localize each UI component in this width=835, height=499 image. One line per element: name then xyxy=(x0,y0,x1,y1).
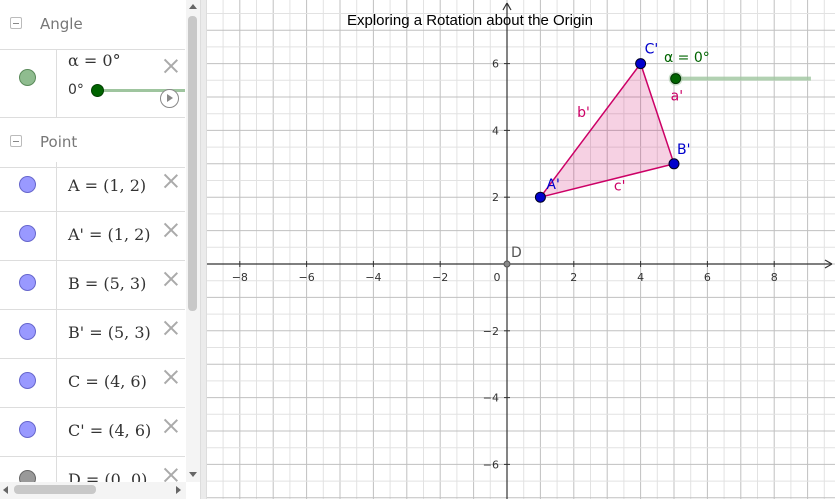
scroll-up-icon[interactable] xyxy=(189,4,197,9)
delete-icon[interactable] xyxy=(162,221,180,239)
alpha-slider-point[interactable] xyxy=(670,73,682,85)
vertex-label: A' xyxy=(546,177,559,193)
delete-icon[interactable] xyxy=(162,319,180,337)
collapse-icon[interactable] xyxy=(10,17,22,29)
point-expression[interactable]: C' = (4, 6) xyxy=(68,421,151,440)
x-tick-label: 8 xyxy=(771,271,778,284)
algebra-item-point[interactable]: B = (5, 3) xyxy=(0,260,185,310)
y-tick-label: 2 xyxy=(492,191,499,204)
alpha-expression[interactable]: α = 0° xyxy=(68,51,121,70)
point-expression[interactable]: B' = (5, 3) xyxy=(68,323,151,342)
visibility-marble-icon[interactable] xyxy=(19,470,36,482)
point-expression[interactable]: C = (4, 6) xyxy=(68,372,147,391)
segment-label: c' xyxy=(614,179,626,195)
x-tick-label: 4 xyxy=(637,271,644,284)
section-title: Point xyxy=(40,133,78,151)
point-B[interactable] xyxy=(668,158,680,170)
visibility-marble-icon[interactable] xyxy=(19,176,36,193)
section-header-point[interactable]: Point xyxy=(0,118,185,168)
delete-icon[interactable] xyxy=(162,368,180,386)
point-A[interactable] xyxy=(534,191,546,203)
horizontal-scrollbar[interactable] xyxy=(0,482,186,499)
vertex-label: D xyxy=(511,245,522,261)
x-tick-label: −6 xyxy=(298,271,314,284)
visibility-marble-icon[interactable] xyxy=(19,372,36,389)
point-expression[interactable]: A' = (1, 2) xyxy=(68,225,151,244)
collapse-icon[interactable] xyxy=(10,135,22,147)
visibility-marble-icon[interactable] xyxy=(19,69,36,86)
section-title: Angle xyxy=(40,15,83,33)
point-expression[interactable]: D = (0, 0) xyxy=(68,470,147,482)
graphics-title: Exploring a Rotation about the Origin xyxy=(347,12,593,29)
slider-min-label: 0° xyxy=(68,82,84,98)
visibility-marble-icon[interactable] xyxy=(19,274,36,291)
x-tick-label: 0 xyxy=(494,271,501,284)
scroll-left-icon[interactable] xyxy=(3,486,8,494)
algebra-item-point[interactable]: A = (1, 2) xyxy=(0,162,185,212)
view-splitter[interactable] xyxy=(200,0,207,499)
x-tick-label: −2 xyxy=(432,271,448,284)
algebra-item-point[interactable]: A' = (1, 2) xyxy=(0,211,185,261)
section-header-angle[interactable]: Angle xyxy=(0,0,185,50)
y-tick-label: −4 xyxy=(483,392,499,405)
y-tick-label: −6 xyxy=(483,458,499,471)
scroll-down-icon[interactable] xyxy=(189,472,197,477)
x-tick-label: 6 xyxy=(704,271,711,284)
scroll-right-icon[interactable] xyxy=(176,486,181,494)
play-icon[interactable] xyxy=(160,89,179,108)
algebra-item-point[interactable]: C = (4, 6) xyxy=(0,358,185,408)
scrollbar-thumb[interactable] xyxy=(188,16,197,311)
algebra-item-point[interactable]: C' = (4, 6) xyxy=(0,407,185,457)
segment-label: b' xyxy=(577,105,590,121)
alpha-slider-thumb[interactable] xyxy=(91,84,104,97)
graphics-view[interactable]: −8 −6 −4 −2 0 2 4 6 8 6 4 2 −2 −4 −6 A' B' C' Da' b' c' α = 0… xyxy=(207,0,835,499)
delete-icon[interactable] xyxy=(162,466,180,482)
point-D[interactable] xyxy=(503,260,511,268)
x-tick-label: 2 xyxy=(570,271,577,284)
y-tick-label: 4 xyxy=(492,124,499,137)
delete-icon[interactable] xyxy=(162,417,180,435)
scrollbar-thumb[interactable] xyxy=(14,485,96,494)
delete-icon[interactable] xyxy=(162,172,180,190)
delete-icon[interactable] xyxy=(162,57,180,75)
algebra-item-alpha[interactable]: α = 0° 0° xyxy=(0,49,185,118)
graphics-canvas[interactable]: −8 −6 −4 −2 0 2 4 6 8 6 4 2 −2 −4 −6 A' B' C' Da' b' c' α = 0… xyxy=(207,0,835,499)
point-expression[interactable]: B = (5, 3) xyxy=(68,274,146,293)
x-tick-label: −4 xyxy=(365,271,381,284)
algebra-list: Angle α = 0° 0° Point A = (1, 2) A' = (1… xyxy=(0,0,185,482)
algebra-item-point[interactable]: D = (0, 0) xyxy=(0,456,185,482)
y-tick-label: 6 xyxy=(492,58,499,71)
slider-label: α = 0° xyxy=(664,50,710,66)
x-tick-label: −8 xyxy=(232,271,248,284)
algebra-view: Angle α = 0° 0° Point A = (1, 2) A' = (1… xyxy=(0,0,200,499)
visibility-marble-icon[interactable] xyxy=(19,421,36,438)
vertex-label: C' xyxy=(645,42,659,58)
point-expression[interactable]: A = (1, 2) xyxy=(68,176,146,195)
visibility-marble-icon[interactable] xyxy=(19,323,36,340)
delete-icon[interactable] xyxy=(162,270,180,288)
visibility-marble-icon[interactable] xyxy=(19,225,36,242)
algebra-item-point[interactable]: B' = (5, 3) xyxy=(0,309,185,359)
vertical-scrollbar[interactable] xyxy=(186,0,200,482)
y-tick-label: −2 xyxy=(483,325,499,338)
vertex-label: B' xyxy=(677,142,690,158)
segment-label: a' xyxy=(671,88,683,104)
point-C[interactable] xyxy=(635,58,647,70)
